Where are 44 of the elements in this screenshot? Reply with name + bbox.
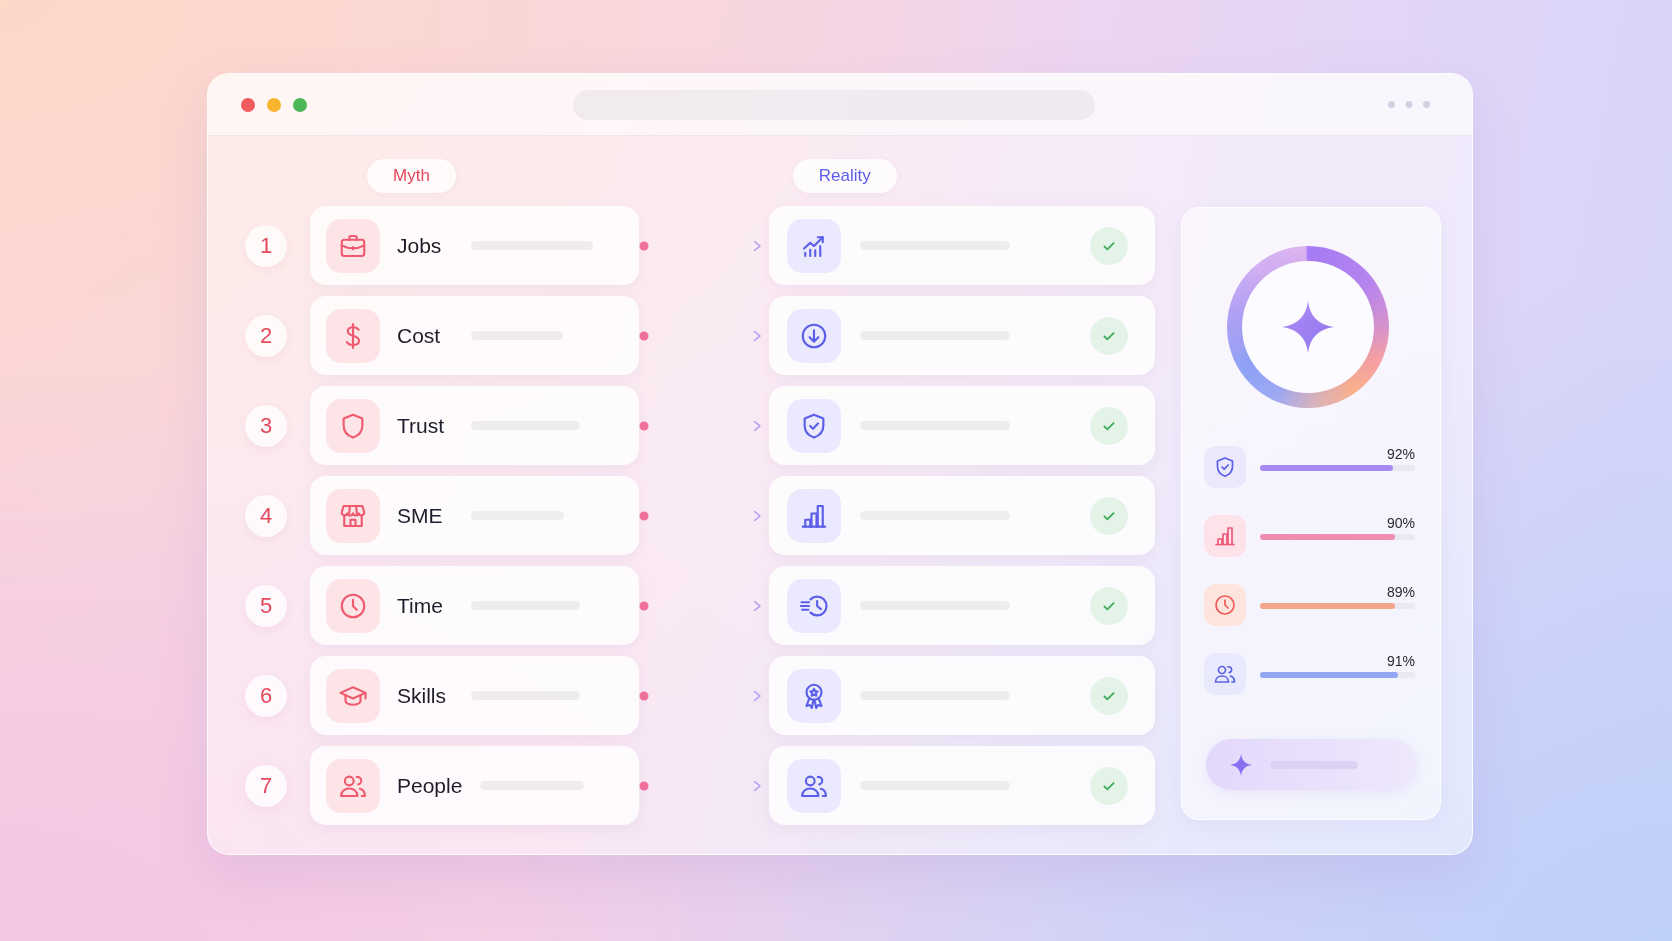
- fast-clock-icon: [787, 578, 841, 633]
- percent-label: 91%: [1386, 653, 1415, 669]
- people-icon: [1204, 653, 1246, 695]
- bar-chart-icon: [787, 488, 841, 543]
- minimize-button[interactable]: [267, 97, 281, 112]
- row-number: 4: [245, 494, 287, 537]
- percent-label: 89%: [1386, 584, 1415, 600]
- shield-check-icon: [787, 398, 841, 453]
- sparkle-icon: [1282, 301, 1334, 353]
- clock-icon: [326, 578, 380, 633]
- shield-icon: [326, 398, 380, 453]
- row-number: 3: [245, 404, 287, 447]
- myth-label: Trust: [397, 413, 446, 438]
- percent-label: 90%: [1386, 515, 1415, 531]
- people-icon: [787, 758, 841, 813]
- briefcase-icon: [326, 218, 380, 273]
- myth-label: Cost: [397, 323, 442, 348]
- sparkle-button[interactable]: [1206, 739, 1417, 790]
- dollar-icon: [326, 308, 380, 363]
- sparkle-icon: [1230, 753, 1252, 776]
- graduation-cap-icon: [326, 668, 380, 723]
- shield-check-icon: [1204, 446, 1246, 488]
- people-icon: [326, 758, 380, 813]
- column-label: Myth: [367, 159, 456, 193]
- myth-label: People: [397, 773, 463, 798]
- row-number: 6: [245, 674, 287, 717]
- clock-icon: [1204, 584, 1246, 626]
- close-button[interactable]: [241, 97, 255, 112]
- myth-label: Skills: [397, 683, 447, 708]
- more-menu-icon[interactable]: [1388, 101, 1430, 108]
- column-label: Reality: [792, 159, 897, 193]
- percent-label: 92%: [1386, 446, 1415, 462]
- store-icon: [326, 488, 380, 543]
- myth-label: Time: [397, 593, 444, 618]
- myth-label: SME: [397, 503, 444, 528]
- row-number: 5: [245, 584, 287, 627]
- bar-chart-icon: [1204, 515, 1246, 557]
- award-icon: [787, 668, 841, 723]
- row-number: 7: [245, 764, 287, 807]
- maximize-button[interactable]: [293, 97, 307, 112]
- rising-chart-icon: [787, 218, 841, 273]
- row-number: 2: [245, 314, 287, 357]
- row-number: 1: [245, 224, 287, 267]
- myth-label: Jobs: [397, 233, 443, 258]
